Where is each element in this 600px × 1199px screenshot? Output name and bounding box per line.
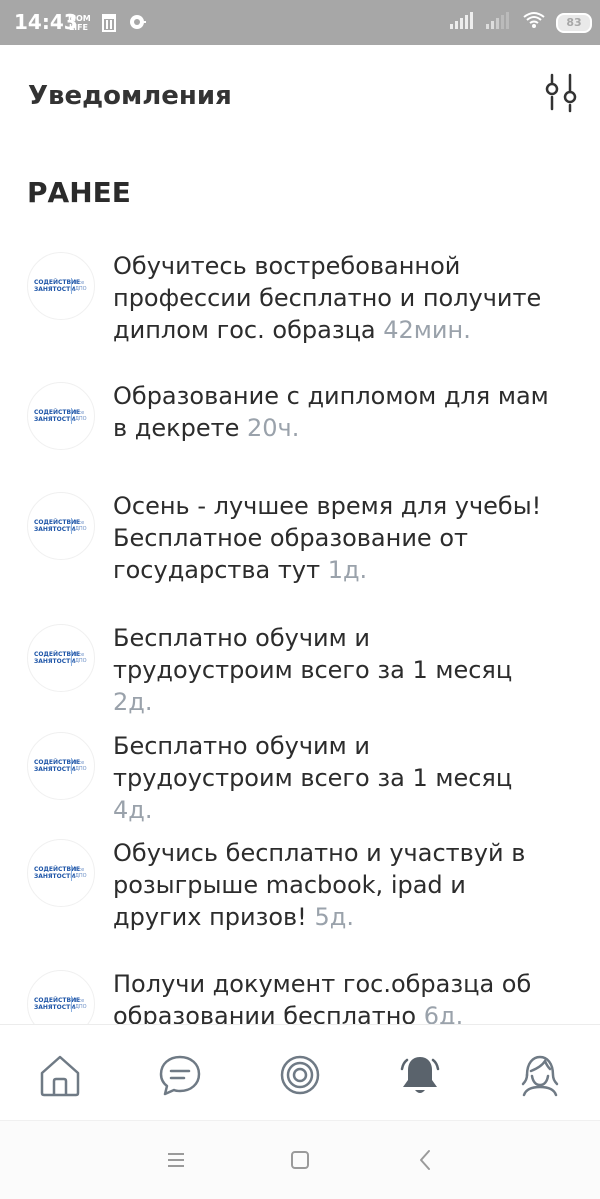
notification-time: 4д. xyxy=(113,796,153,824)
notification-text: Получи документ гос.образца об образован… xyxy=(113,968,553,1024)
nav-messages-button[interactable] xyxy=(152,1047,208,1103)
logo-text: ЗАНЯТОСТИ xyxy=(34,873,76,880)
logo-text: ДПО xyxy=(75,416,87,422)
notification-message: Образование с дипломом для мам в декрете xyxy=(113,382,549,442)
svg-text:MOM: MOM xyxy=(68,14,90,23)
avatar: СОДЕЙСТВИЕ ЗАНЯТОСТИ Все ДПО xyxy=(27,252,95,320)
wifi-icon xyxy=(522,10,546,35)
logo-divider xyxy=(71,650,72,666)
logo-text: ДПО xyxy=(75,526,87,532)
nav-target-button[interactable] xyxy=(272,1047,328,1103)
mom-life-icon: MOM LIFE xyxy=(68,12,91,37)
notification-time: 5д. xyxy=(314,903,354,931)
header: Уведомления xyxy=(0,45,600,141)
logo-divider xyxy=(71,996,72,1012)
logo-divider xyxy=(71,278,72,294)
filter-button[interactable] xyxy=(540,73,580,113)
avatar: СОДЕЙСТВИЕ ЗАНЯТОСТИ Все ДПО xyxy=(27,970,95,1024)
logo-text: СОДЕЙСТВИЕ xyxy=(34,759,81,766)
avatar: СОДЕЙСТВИЕ ЗАНЯТОСТИ Все ДПО xyxy=(27,382,95,450)
status-system-icons: 83 xyxy=(450,10,592,35)
logo-divider xyxy=(71,865,72,881)
nav-home-button[interactable] xyxy=(32,1047,88,1103)
logo-text: СОДЕЙСТВИЕ xyxy=(34,519,81,526)
logo-text: СОДЕЙСТВИЕ xyxy=(34,997,81,1004)
bottom-nav xyxy=(0,1024,600,1121)
logo-text: СОДЕЙСТВИЕ xyxy=(34,651,81,658)
notification-time: 6д. xyxy=(423,1002,464,1024)
logo-text: СОДЕЙСТВИЕ xyxy=(34,279,81,286)
logo-divider xyxy=(71,758,72,774)
logo-text: ЗАНЯТОСТИ xyxy=(34,766,76,773)
notification-message: Бесплатно обучим и трудоустроим всего за… xyxy=(113,732,513,792)
system-home-button[interactable] xyxy=(285,1145,315,1175)
battery-icon: 83 xyxy=(556,12,592,33)
nav-notifications-button[interactable] xyxy=(392,1047,448,1103)
system-menu-button[interactable] xyxy=(161,1145,191,1175)
home-icon xyxy=(40,1055,80,1097)
notification-text: Бесплатно обучим и трудоустроим всего за… xyxy=(113,730,553,826)
status-notification-icons: MOM LIFE xyxy=(68,12,148,37)
section-title: РАНЕЕ xyxy=(27,176,131,209)
chat-icon xyxy=(159,1055,201,1096)
logo-text: ДПО xyxy=(75,286,87,292)
logo-divider xyxy=(71,518,72,534)
notification-text: Бесплатно обучим и трудоустроим всего за… xyxy=(113,622,553,718)
chat-bubble-icon xyxy=(128,12,148,37)
logo-text: ДПО xyxy=(75,873,87,879)
system-back-button[interactable] xyxy=(410,1145,440,1175)
logo-text: ЗАНЯТОСТИ xyxy=(34,1004,76,1011)
notification-time: 20ч. xyxy=(247,414,300,442)
notification-time: 1д. xyxy=(327,556,368,584)
notification-message: Получи документ гос.образца об образован… xyxy=(113,970,532,1024)
notification-text: Обучись бесплатно и участвуй в розыгрыше… xyxy=(113,837,553,933)
notification-message: Обучитесь востребованной профессии беспл… xyxy=(113,252,542,344)
target-icon xyxy=(280,1055,320,1095)
trash-icon xyxy=(100,12,118,37)
logo-text: ЗАНЯТОСТИ xyxy=(34,286,76,293)
page-title: Уведомления xyxy=(28,81,232,111)
notification-time: 42мин. xyxy=(383,316,471,344)
logo-text: СОДЕЙСТВИЕ xyxy=(34,409,81,416)
svg-text:LIFE: LIFE xyxy=(69,23,88,32)
logo-text: ЗАНЯТОСТИ xyxy=(34,526,76,533)
logo-text: ЗАНЯТОСТИ xyxy=(34,416,76,423)
logo-text: СОДЕЙСТВИЕ xyxy=(34,866,81,873)
logo-text: ДПО xyxy=(75,658,87,664)
bell-icon xyxy=(400,1057,440,1093)
profile-icon xyxy=(521,1055,559,1097)
menu-icon xyxy=(168,1153,184,1167)
avatar: СОДЕЙСТВИЕ ЗАНЯТОСТИ Все ДПО xyxy=(27,732,95,800)
logo-divider xyxy=(71,408,72,424)
sliders-icon xyxy=(545,73,577,113)
avatar: СОДЕЙСТВИЕ ЗАНЯТОСТИ Все ДПО xyxy=(27,624,95,692)
nav-profile-button[interactable] xyxy=(512,1047,568,1103)
notification-text: Образование с дипломом для мам в декрете… xyxy=(113,380,553,444)
signal-icon-2 xyxy=(486,10,512,35)
notification-message: Бесплатно обучим и трудоустроим всего за… xyxy=(113,624,513,684)
signal-icon xyxy=(450,10,476,35)
notification-text: Обучитесь востребованной профессии беспл… xyxy=(113,250,553,346)
status-bar: 14:43 MOM LIFE 83 xyxy=(0,0,600,45)
back-chevron-icon xyxy=(420,1150,430,1170)
notification-text: Осень - лучшее время для учебы! Бесплатн… xyxy=(113,490,553,586)
notifications-list[interactable]: СОДЕЙСТВИЕ ЗАНЯТОСТИ Все ДПО Обучитесь в… xyxy=(0,236,600,1024)
notification-time: 2д. xyxy=(113,688,153,716)
system-nav-bar xyxy=(0,1120,600,1199)
logo-text: ДПО xyxy=(75,1004,87,1010)
square-icon xyxy=(291,1151,309,1169)
avatar: СОДЕЙСТВИЕ ЗАНЯТОСТИ Все ДПО xyxy=(27,839,95,907)
logo-text: ЗАНЯТОСТИ xyxy=(34,658,76,665)
avatar: СОДЕЙСТВИЕ ЗАНЯТОСТИ Все ДПО xyxy=(27,492,95,560)
logo-text: ДПО xyxy=(75,766,87,772)
